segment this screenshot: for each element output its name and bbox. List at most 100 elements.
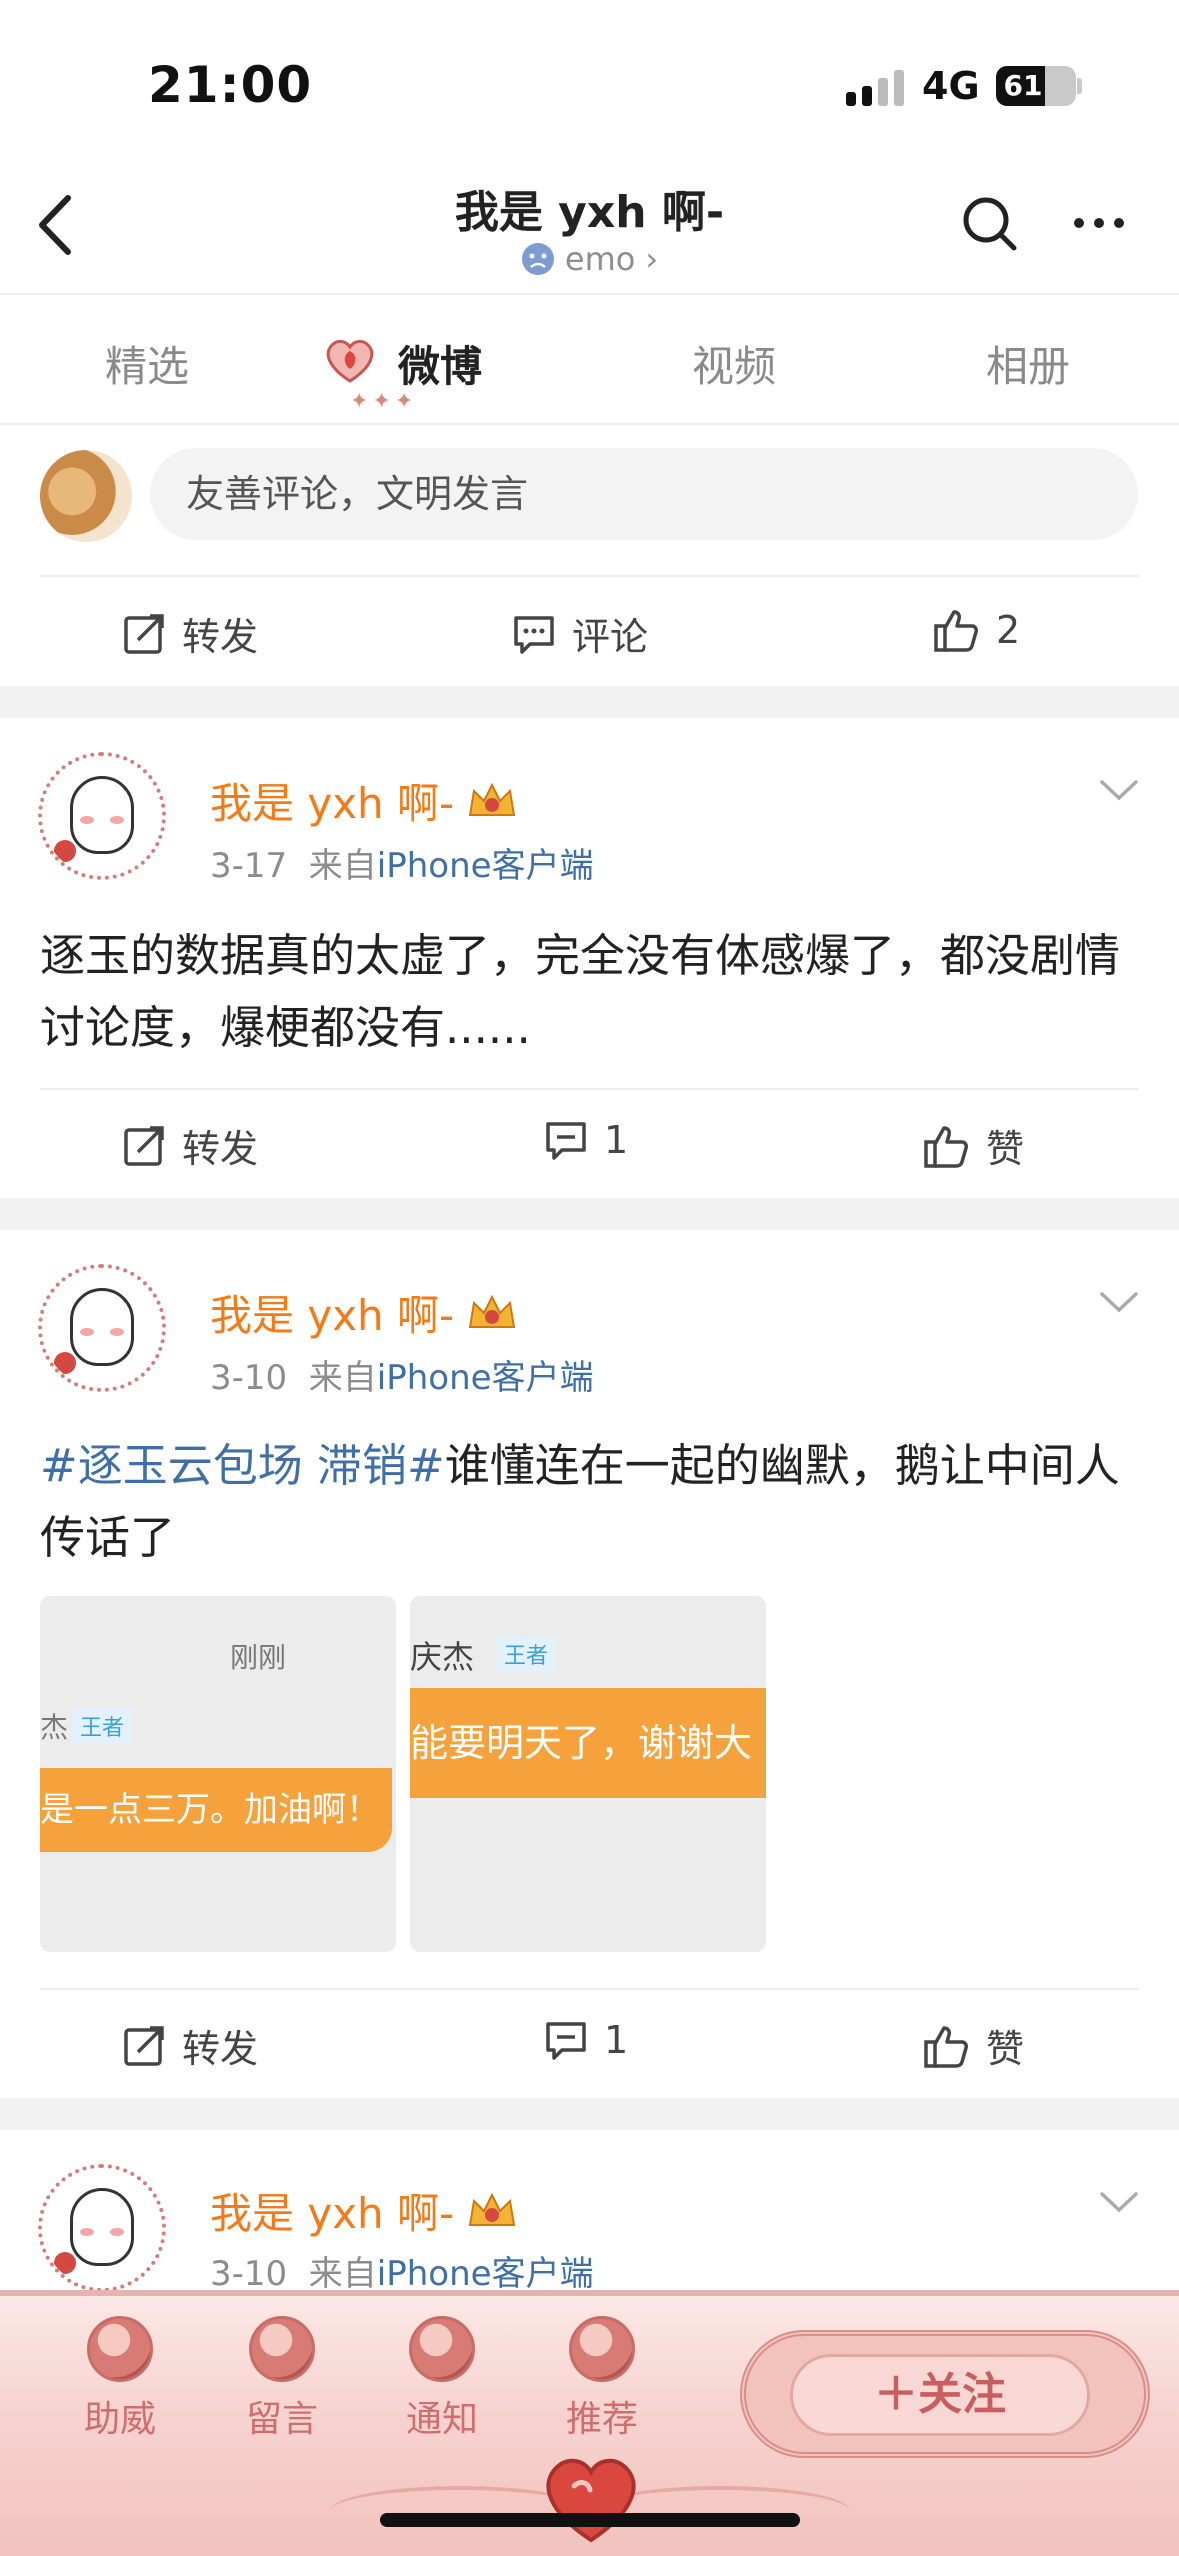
cheer-button[interactable]: 助威 (60, 2316, 180, 2442)
post-date: 3-10 (210, 2254, 288, 2294)
action-bar: 转发 评论 2 (0, 578, 1179, 688)
avatar[interactable] (38, 2164, 166, 2292)
comment-label: 评论 (572, 615, 649, 659)
post-meta: 3-10 来自iPhone客户端 (210, 2246, 594, 2295)
username-text: 我是 yxh 啊- (210, 2189, 455, 2238)
action-bar: 转发 1 赞 (0, 1990, 1179, 2100)
tab-video[interactable]: 视频 (692, 333, 776, 394)
like-count: 2 (996, 608, 1021, 652)
repost-icon (124, 613, 164, 654)
comment-icon (546, 2022, 586, 2060)
repost-button[interactable]: 转发 (122, 606, 258, 661)
image-name: 庆杰 (410, 1638, 475, 1676)
cheer-icon (87, 2316, 153, 2382)
crown-badge-icon (469, 1294, 516, 1328)
topic-link[interactable]: #逐玉云包场 滞销# (40, 1439, 445, 1492)
crown-badge-icon (469, 782, 516, 816)
comment-button[interactable]: 评论 (512, 606, 648, 661)
follow-button[interactable]: ＋关注 (790, 2354, 1090, 2436)
avatar (40, 450, 132, 542)
message-button[interactable]: 留言 (222, 2316, 342, 2442)
status-text: emo (564, 240, 636, 278)
notify-button[interactable]: 通知 (382, 2316, 502, 2442)
recommend-button[interactable]: 推荐 (542, 2316, 662, 2442)
section-gap (0, 2098, 1179, 2130)
tab-weibo[interactable]: 微博 (398, 333, 482, 394)
post-image[interactable]: 庆杰 王者 能要明天了，谢谢大 (410, 1596, 766, 1952)
source-prefix: 来自 (308, 2254, 377, 2294)
post-card[interactable]: 我是 yxh 啊- 3-10 来自iPhone客户端 (0, 2130, 1179, 2294)
repost-button[interactable]: 转发 (122, 2018, 258, 2073)
post-username[interactable]: 我是 yxh 啊- (210, 2180, 518, 2241)
post-card[interactable]: 我是 yxh 啊- 3-10 来自iPhone客户端 #逐玉云包场 滞销#谁懂连… (0, 1230, 1179, 2100)
post-meta: 3-10 来自iPhone客户端 (210, 1350, 594, 1399)
comment-icon (546, 1122, 586, 1160)
like-label: 赞 (986, 2027, 1025, 2071)
username-text: 我是 yxh 啊- (210, 1291, 455, 1340)
section-gap (0, 1198, 1179, 1230)
post-source[interactable]: iPhone客户端 (377, 1358, 594, 1398)
home-indicator (380, 2513, 800, 2527)
thumbs-up-icon (924, 2025, 968, 2068)
avatar[interactable] (38, 752, 166, 880)
bell-icon (409, 2316, 475, 2382)
post-source[interactable]: iPhone客户端 (377, 846, 594, 886)
post-username[interactable]: 我是 yxh 啊- (210, 1282, 518, 1343)
thumbs-up-icon (934, 610, 978, 652)
image-badge: 王者 (72, 1708, 133, 1744)
source-prefix: 来自 (308, 1358, 377, 1398)
repost-icon (124, 2025, 164, 2066)
chevron-down-icon[interactable] (1098, 778, 1140, 804)
more-icon[interactable] (1074, 218, 1124, 228)
post-text: 逐玉的数据真的太虚了，完全没有体感爆了，都没剧情讨论度，爆梗都没有...... (40, 929, 1121, 1054)
notify-label: 通知 (405, 2399, 478, 2440)
battery-cap (1077, 78, 1082, 94)
tab-featured[interactable]: 精选 (105, 333, 189, 394)
post-meta: 3-17 来自iPhone客户端 (210, 838, 594, 887)
image-badge: 王者 (496, 1636, 557, 1672)
tab-album[interactable]: 相册 (986, 333, 1070, 394)
tab-sparkle-decoration: ✦✦✦ (350, 389, 418, 414)
message-label: 留言 (245, 2399, 318, 2440)
network-type: 4G (922, 64, 980, 108)
status-bar: 21:00 4G 61 (0, 0, 1179, 150)
envelope-icon (249, 2316, 315, 2382)
heart-apple-icon (546, 2458, 636, 2543)
sad-face-icon (521, 243, 554, 275)
profile-header: 我是 yxh 啊- emo › (0, 150, 1179, 295)
like-button[interactable]: 赞 (922, 1118, 1024, 1173)
image-bubble: 是一点三万。加油啊！ (40, 1768, 392, 1852)
cheer-label: 助威 (83, 2399, 156, 2440)
like-button[interactable]: 赞 (922, 2018, 1024, 2073)
repost-button[interactable]: 转发 (122, 1118, 258, 1173)
comment-button[interactable]: 1 (544, 2018, 628, 2062)
post-source[interactable]: iPhone客户端 (377, 2254, 594, 2294)
chevron-right-icon: › (645, 240, 659, 278)
post-image[interactable]: 刚刚 杰 王者 是一点三万。加油啊！ (40, 1596, 396, 1952)
repost-label: 转发 (182, 615, 259, 659)
avatar[interactable] (38, 1264, 166, 1392)
image-bubble: 能要明天了，谢谢大 (410, 1688, 766, 1798)
username-text: 我是 yxh 啊- (210, 779, 455, 828)
comment-input[interactable]: 友善评论，文明发言 (150, 448, 1138, 540)
section-gap (0, 686, 1179, 718)
battery-level: 61 (1003, 69, 1043, 102)
post-date: 3-17 (210, 846, 288, 886)
search-icon[interactable] (960, 194, 1020, 254)
crown-badge-icon (469, 2192, 516, 2226)
thumbs-up-icon (924, 1125, 968, 1168)
action-bar: 转发 1 赞 (0, 1090, 1179, 1200)
source-prefix: 来自 (308, 846, 377, 886)
post-username[interactable]: 我是 yxh 啊- (210, 770, 518, 831)
comment-icon (514, 615, 554, 654)
repost-label: 转发 (182, 2027, 259, 2071)
clock: 21:00 (148, 56, 313, 114)
chevron-down-icon[interactable] (1098, 1290, 1140, 1316)
signal-icon (846, 70, 904, 106)
recommend-label: 推荐 (565, 2399, 638, 2440)
comment-button[interactable]: 1 (544, 1118, 628, 1162)
heart-apple-icon (326, 339, 374, 383)
chevron-down-icon[interactable] (1098, 2190, 1140, 2216)
like-button[interactable]: 2 (932, 606, 1020, 654)
divider (40, 575, 1139, 577)
